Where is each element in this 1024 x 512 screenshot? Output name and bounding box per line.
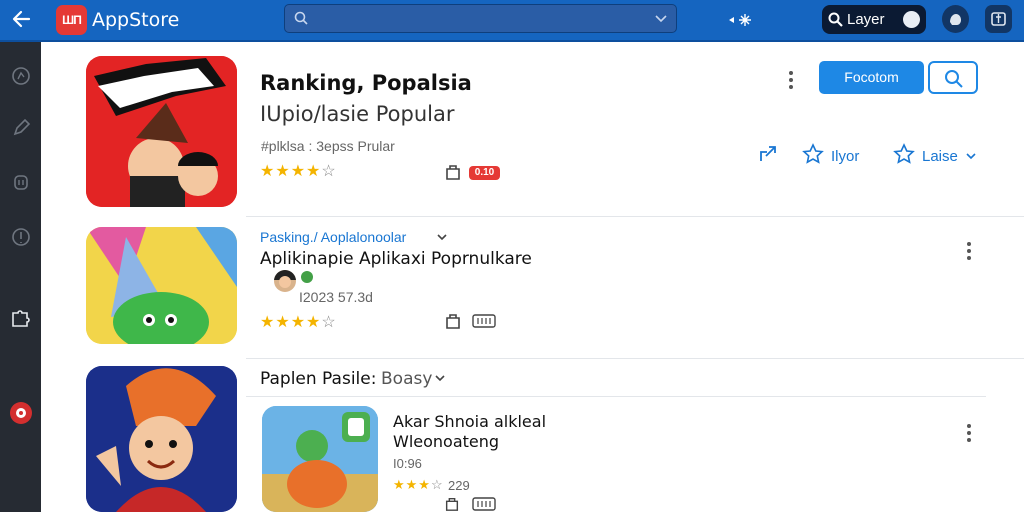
star-outline-icon[interactable] bbox=[802, 143, 824, 165]
price-badge: 0.10 bbox=[469, 166, 500, 180]
app-name: AppStore bbox=[92, 9, 180, 31]
app-meta-second: I2023 57.3d bbox=[299, 289, 373, 305]
search-icon bbox=[294, 11, 308, 25]
sidebar-item-edit-icon[interactable] bbox=[9, 116, 33, 140]
top-bar: ШП AppStore Layer bbox=[0, 0, 1024, 42]
sidebar-item-recent-icon[interactable] bbox=[9, 64, 33, 88]
chevron-down-icon[interactable] bbox=[436, 232, 448, 242]
search-button[interactable] bbox=[928, 61, 978, 94]
size-icon bbox=[472, 314, 496, 328]
app-title-fourth: Akar Shnoia alkleal bbox=[393, 412, 547, 431]
chevron-down-icon[interactable] bbox=[965, 151, 977, 161]
star-rating: ★★★☆ bbox=[393, 477, 444, 492]
bag-icon[interactable] bbox=[444, 312, 462, 330]
share-icon[interactable] bbox=[757, 143, 779, 165]
search-icon bbox=[945, 70, 963, 88]
section-header-value[interactable]: Boasy bbox=[381, 369, 432, 389]
app-icon-fourth[interactable] bbox=[262, 406, 378, 512]
app-logo[interactable]: ШП bbox=[56, 5, 87, 35]
sidebar-item-puzzle-icon[interactable] bbox=[9, 306, 33, 330]
app-icon-header[interactable] bbox=[86, 56, 237, 207]
action-label-1[interactable]: Ilyor bbox=[831, 148, 859, 165]
sidebar-item-record-icon[interactable] bbox=[10, 402, 32, 424]
sidebar-item-library-icon[interactable] bbox=[9, 170, 33, 194]
layer-toggle-icon bbox=[903, 11, 920, 28]
review-count: 229 bbox=[448, 478, 470, 493]
layer-label: Layer bbox=[847, 11, 885, 28]
divider bbox=[246, 358, 1024, 359]
chevron-down-icon[interactable] bbox=[654, 13, 668, 25]
verified-icon bbox=[301, 271, 313, 283]
divider bbox=[246, 396, 986, 397]
action-label-2[interactable]: Laise bbox=[922, 148, 958, 165]
breadcrumb[interactable]: Pasking./ Aoplalonoolar bbox=[260, 229, 406, 245]
settings-sparkle-icon[interactable] bbox=[726, 10, 756, 30]
notifications-icon[interactable] bbox=[985, 5, 1012, 33]
app-title-second: Aplikinapie Aplikaxi Poprnulkare bbox=[260, 249, 532, 269]
star-rating: ★★★★☆ bbox=[260, 163, 337, 180]
app-icon-second[interactable] bbox=[86, 227, 237, 344]
more-options-icon[interactable] bbox=[788, 71, 794, 89]
layer-button[interactable]: Layer bbox=[822, 5, 926, 34]
bag-icon[interactable] bbox=[444, 496, 460, 512]
developer-avatar bbox=[274, 270, 296, 292]
search-input[interactable] bbox=[315, 9, 635, 29]
sidebar-item-explore-icon[interactable] bbox=[9, 225, 33, 249]
size-icon bbox=[472, 497, 496, 511]
profile-icon[interactable] bbox=[942, 5, 969, 33]
back-arrow-icon[interactable] bbox=[8, 8, 34, 34]
sidebar bbox=[0, 42, 41, 512]
top-bar-border bbox=[0, 40, 1024, 42]
search-bar[interactable] bbox=[284, 4, 677, 33]
app-icon-third[interactable] bbox=[86, 366, 237, 512]
divider bbox=[246, 216, 1024, 217]
more-options-icon[interactable] bbox=[966, 424, 972, 442]
app-subtitle: IUpio/lasie Popular bbox=[260, 102, 455, 126]
app-window: ШП AppStore Layer Ranking, Popalsia IUpi… bbox=[0, 0, 1024, 512]
app-title: Ranking, Popalsia bbox=[260, 71, 472, 95]
app-subtitle-fourth: Wleonoateng bbox=[393, 432, 500, 451]
bag-icon[interactable] bbox=[444, 163, 462, 181]
app-meta-fourth: I0:96 bbox=[393, 456, 422, 471]
search-icon bbox=[828, 12, 843, 27]
section-header-label: Paplen Pasile: bbox=[260, 369, 377, 389]
app-meta: #plklsa : 3epss Prular bbox=[261, 138, 395, 154]
chevron-down-icon[interactable] bbox=[434, 373, 446, 383]
install-button[interactable]: Focotom bbox=[819, 61, 924, 94]
star-rating: ★★★★☆ bbox=[260, 314, 337, 331]
more-options-icon[interactable] bbox=[966, 242, 972, 260]
star-outline-icon[interactable] bbox=[893, 143, 915, 165]
